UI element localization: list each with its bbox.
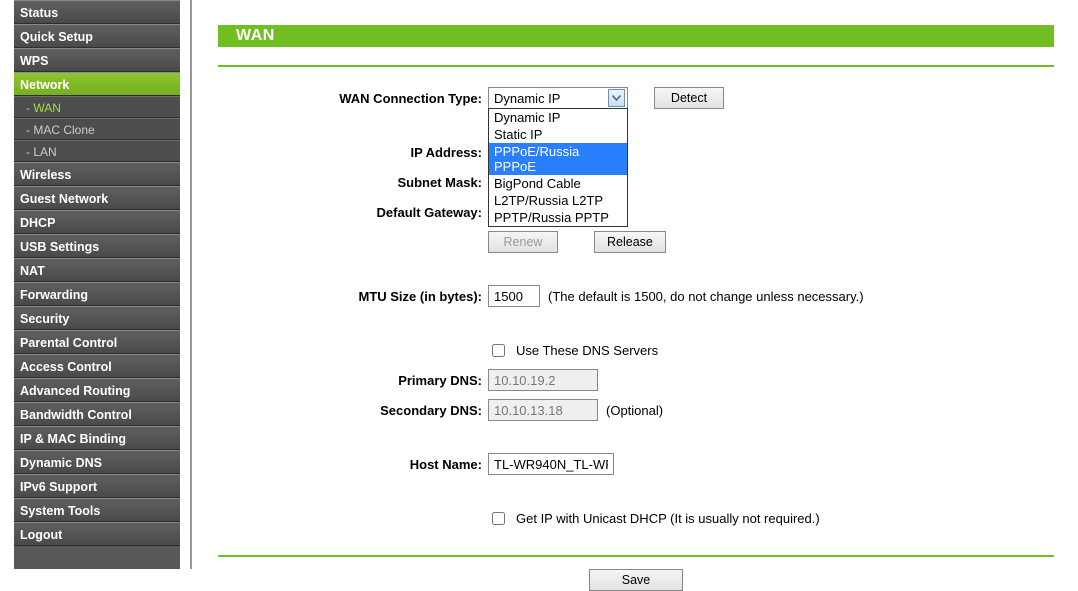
- label-ip-address: IP Address:: [218, 145, 488, 160]
- label-secondary-dns: Secondary DNS:: [218, 403, 488, 418]
- top-divider: [218, 65, 1054, 67]
- mtu-note: (The default is 1500, do not change unle…: [548, 289, 864, 304]
- sidebar-item-quick-setup[interactable]: Quick Setup: [14, 24, 180, 48]
- sidebar-item-usb-settings[interactable]: USB Settings: [14, 234, 180, 258]
- dropdown-option-dynamic-ip[interactable]: Dynamic IP: [489, 109, 627, 126]
- sidebar-item-security[interactable]: Security: [14, 306, 180, 330]
- dropdown-option-bigpond[interactable]: BigPond Cable: [489, 175, 627, 192]
- unicast-dhcp-checkbox[interactable]: [492, 512, 505, 525]
- vertical-divider: [190, 0, 192, 569]
- label-mtu: MTU Size (in bytes):: [218, 289, 488, 304]
- sidebar-item-network[interactable]: Network: [14, 72, 180, 96]
- select-value: Dynamic IP: [494, 91, 560, 106]
- sidebar-item-forwarding[interactable]: Forwarding: [14, 282, 180, 306]
- sidebar-item-wireless[interactable]: Wireless: [14, 162, 180, 186]
- dropdown-option-pptp[interactable]: PPTP/Russia PPTP: [489, 209, 627, 226]
- secondary-dns-input[interactable]: [488, 399, 598, 421]
- sidebar: Status Quick Setup WPS Network - WAN - M…: [14, 0, 180, 569]
- content-area: WAN WAN Connection Type: Dynamic IP: [218, 25, 1054, 591]
- bottom-divider: [218, 555, 1054, 557]
- label-host-name: Host Name:: [218, 457, 488, 472]
- sidebar-item-logout[interactable]: Logout: [14, 522, 180, 546]
- sidebar-item-ipv6-support[interactable]: IPv6 Support: [14, 474, 180, 498]
- sidebar-item-bandwidth-control[interactable]: Bandwidth Control: [14, 402, 180, 426]
- sidebar-item-access-control[interactable]: Access Control: [14, 354, 180, 378]
- sidebar-item-nat[interactable]: NAT: [14, 258, 180, 282]
- sidebar-item-dynamic-dns[interactable]: Dynamic DNS: [14, 450, 180, 474]
- sidebar-sub-lan[interactable]: - LAN: [14, 140, 180, 162]
- renew-button[interactable]: Renew: [488, 231, 558, 253]
- sidebar-item-wps[interactable]: WPS: [14, 48, 180, 72]
- sidebar-item-parental-control[interactable]: Parental Control: [14, 330, 180, 354]
- use-dns-checkbox[interactable]: [492, 344, 505, 357]
- label-primary-dns: Primary DNS:: [218, 373, 488, 388]
- page-banner: WAN: [218, 25, 1054, 47]
- sidebar-item-advanced-routing[interactable]: Advanced Routing: [14, 378, 180, 402]
- unicast-dhcp-label: Get IP with Unicast DHCP (It is usually …: [516, 511, 820, 526]
- save-button[interactable]: Save: [589, 569, 683, 591]
- sidebar-item-dhcp[interactable]: DHCP: [14, 210, 180, 234]
- label-subnet-mask: Subnet Mask:: [218, 175, 488, 190]
- host-name-input[interactable]: [488, 453, 614, 475]
- secondary-dns-note: (Optional): [606, 403, 663, 418]
- release-button[interactable]: Release: [594, 231, 666, 253]
- page-title: WAN: [236, 27, 275, 44]
- wan-connection-type-select[interactable]: Dynamic IP: [488, 87, 628, 109]
- primary-dns-input[interactable]: [488, 369, 598, 391]
- sidebar-item-system-tools[interactable]: System Tools: [14, 498, 180, 522]
- mtu-input[interactable]: [488, 285, 540, 307]
- sidebar-item-status[interactable]: Status: [14, 0, 180, 24]
- dropdown-option-static-ip[interactable]: Static IP: [489, 126, 627, 143]
- sidebar-sub-wan[interactable]: - WAN: [14, 96, 180, 118]
- chevron-down-icon: [608, 89, 625, 107]
- use-dns-label: Use These DNS Servers: [516, 343, 658, 358]
- label-conn-type: WAN Connection Type:: [218, 91, 488, 106]
- dropdown-option-l2tp[interactable]: L2TP/Russia L2TP: [489, 192, 627, 209]
- dropdown-option-pppoe[interactable]: PPPoE/Russia PPPoE: [489, 143, 627, 175]
- detect-button[interactable]: Detect: [654, 87, 724, 109]
- sidebar-item-guest-network[interactable]: Guest Network: [14, 186, 180, 210]
- sidebar-sub-mac-clone[interactable]: - MAC Clone: [14, 118, 180, 140]
- label-default-gateway: Default Gateway:: [218, 205, 488, 220]
- sidebar-item-ip-mac-binding[interactable]: IP & MAC Binding: [14, 426, 180, 450]
- wan-connection-type-dropdown: Dynamic IP Static IP PPPoE/Russia PPPoE …: [488, 108, 628, 227]
